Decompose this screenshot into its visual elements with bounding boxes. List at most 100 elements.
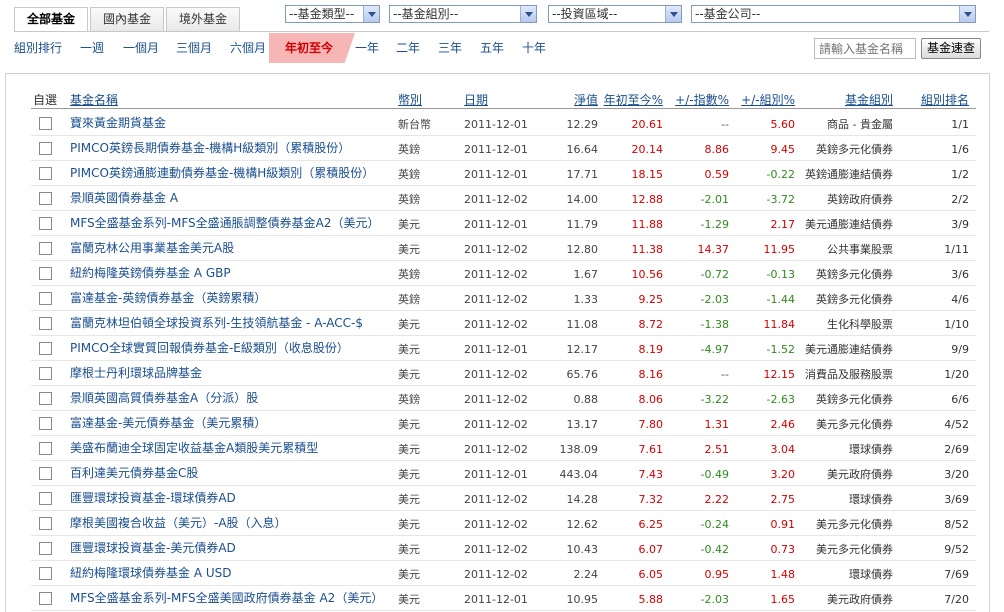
- favorite-checkbox[interactable]: [39, 267, 52, 280]
- header-fund-name[interactable]: 基金名稱: [70, 91, 118, 108]
- period-6-months[interactable]: 六個月: [230, 39, 266, 56]
- period-3-years[interactable]: 三年: [438, 39, 462, 56]
- header-group-rank[interactable]: 組別排名: [921, 91, 969, 108]
- period-1-year[interactable]: 一年: [355, 39, 379, 56]
- favorite-checkbox[interactable]: [39, 417, 52, 430]
- period-1-month[interactable]: 一個月: [123, 39, 159, 56]
- fund-group-cell: 美元政府債券: [827, 468, 893, 481]
- favorite-checkbox[interactable]: [39, 567, 52, 580]
- favorite-checkbox[interactable]: [39, 392, 52, 405]
- currency-cell: 美元: [398, 343, 420, 356]
- header-nav[interactable]: 淨值: [574, 91, 598, 108]
- fund-name-link[interactable]: PIMCO全球實質回報債券基金-E級類別（收息股份）: [70, 342, 349, 355]
- header-select: 自選: [33, 93, 58, 107]
- currency-cell: 美元: [398, 218, 420, 231]
- header-currency[interactable]: 幣別: [398, 91, 422, 108]
- header-vs-group[interactable]: +/-組別%: [741, 91, 795, 108]
- fund-name-link[interactable]: 景順英國高質債券基金A（分派）股: [70, 392, 258, 405]
- favorite-checkbox[interactable]: [39, 242, 52, 255]
- fund-name-link[interactable]: PIMCO英鎊通膨連動債券基金-機構H級類別（累積股份）: [70, 167, 374, 180]
- fund-name-link[interactable]: 摩根美國複合收益（美元）-A股（入息）: [70, 517, 287, 530]
- group-rank-cell: 4/6: [951, 293, 969, 306]
- header-ytd[interactable]: 年初至今%: [604, 91, 663, 108]
- favorite-checkbox[interactable]: [39, 317, 52, 330]
- favorite-checkbox[interactable]: [39, 467, 52, 480]
- date-cell: 2011-12-02: [464, 443, 528, 456]
- table-row: 匯豐環球投資基金-環球債券AD 美元 2011-12-02 14.28 7.32 2.22…: [6, 486, 989, 511]
- currency-cell: 美元: [398, 593, 420, 606]
- vs-index-cell: -3.22: [700, 393, 729, 406]
- fund-name-link[interactable]: PIMCO英鎊長期債券基金-機構H級類別（累積股份）: [70, 142, 350, 155]
- table-row: MFS全盛基金系列-MFS全盛通脹調整債券基金A2（美元） 美元 2011-12-0…: [6, 211, 989, 236]
- fund-type-select[interactable]: --基金類型--: [285, 5, 380, 23]
- fund-name-link[interactable]: 摩根士丹利環球品牌基金: [70, 367, 202, 380]
- period-5-years[interactable]: 五年: [480, 39, 504, 56]
- tab-domestic-funds[interactable]: 國內基金: [90, 7, 165, 32]
- period-group-ranking[interactable]: 組別排行: [14, 39, 62, 56]
- vs-index-cell: 14.37: [697, 243, 730, 256]
- favorite-checkbox[interactable]: [39, 492, 52, 505]
- favorite-checkbox[interactable]: [39, 442, 52, 455]
- tab-offshore-funds[interactable]: 境外基金: [166, 7, 241, 32]
- favorite-checkbox[interactable]: [39, 167, 52, 180]
- fund-name-link[interactable]: 紐約梅隆環球債券基金 A USD: [70, 567, 231, 580]
- fund-name-link[interactable]: 匯豐環球投資基金-環球債券AD: [70, 492, 236, 505]
- favorite-checkbox[interactable]: [39, 117, 52, 130]
- group-rank-cell: 8/52: [944, 518, 969, 531]
- region-select-value: --投資區域--: [552, 7, 618, 21]
- period-ytd[interactable]: 年初至今: [285, 39, 333, 56]
- favorite-checkbox[interactable]: [39, 292, 52, 305]
- period-2-years[interactable]: 二年: [396, 39, 420, 56]
- region-select[interactable]: --投資區域--: [548, 5, 682, 23]
- fund-name-link[interactable]: 匯豐環球投資基金-美元債券AD: [70, 542, 236, 555]
- header-vs-index[interactable]: +/-指數%: [675, 91, 729, 108]
- nav-cell: 16.64: [566, 143, 599, 156]
- fund-name-link[interactable]: MFS全盛基金系列-MFS全盛美國政府債券基金 A2（美元）: [70, 592, 383, 605]
- fund-name-link[interactable]: 寶來黃金期貨基金: [70, 117, 166, 130]
- fund-group-cell: 英鎊通膨連結債券: [805, 168, 893, 181]
- fund-name-link[interactable]: 富蘭克林公用事業基金美元A股: [70, 242, 234, 255]
- fund-search-input[interactable]: [814, 38, 916, 59]
- fund-name-link[interactable]: 富達基金-英鎊債券基金（英鎊累積）: [70, 292, 266, 305]
- fund-name-link[interactable]: 紐約梅隆英鎊債券基金 A GBP: [70, 267, 231, 280]
- fund-table-panel: 自選 基金名稱 幣別 日期 淨值 年初至今% +/-指數% +/-組別% 基金組…: [5, 73, 990, 612]
- favorite-checkbox[interactable]: [39, 142, 52, 155]
- period-1-week[interactable]: 一週: [80, 39, 104, 56]
- favorite-checkbox[interactable]: [39, 592, 52, 605]
- vs-index-cell: 1.31: [704, 418, 730, 431]
- favorite-checkbox[interactable]: [39, 342, 52, 355]
- nav-cell: 14.00: [566, 193, 599, 206]
- fund-name-link[interactable]: 富達基金-美元債券基金（美元累積）: [70, 417, 266, 430]
- period-3-months[interactable]: 三個月: [176, 39, 212, 56]
- fund-name-link[interactable]: 百利達美元債券基金C股: [70, 467, 198, 480]
- vs-index-cell: -1.29: [700, 218, 729, 231]
- vs-index-cell: -0.42: [700, 543, 729, 556]
- fund-group-select[interactable]: --基金組別--: [389, 5, 537, 23]
- tab-all-funds[interactable]: 全部基金: [14, 7, 89, 32]
- favorite-checkbox[interactable]: [39, 192, 52, 205]
- table-row: 百利達美元債券基金C股 美元 2011-12-01 443.04 7.43 -0.49 3.…: [6, 461, 989, 486]
- favorite-checkbox[interactable]: [39, 517, 52, 530]
- header-date[interactable]: 日期: [464, 91, 488, 108]
- fund-group-select-value: --基金組別--: [393, 7, 459, 21]
- fund-search-button[interactable]: 基金速查: [921, 38, 981, 59]
- fund-name-link[interactable]: 景順英國債券基金 A: [70, 192, 178, 205]
- fund-name-link[interactable]: 富蘭克林坦伯頓全球投資系列-生技領航基金 - A-ACC-$: [70, 317, 363, 330]
- favorite-checkbox[interactable]: [39, 367, 52, 380]
- fund-name-link[interactable]: 美盛布蘭迪全球固定收益基金A類股美元累積型: [70, 442, 318, 455]
- period-10-years[interactable]: 十年: [522, 39, 546, 56]
- currency-cell: 美元: [398, 443, 420, 456]
- header-fund-group[interactable]: 基金組別: [845, 91, 893, 108]
- nav-cell: 11.79: [566, 218, 599, 231]
- ytd-cell: 8.06: [638, 393, 664, 406]
- favorite-checkbox[interactable]: [39, 217, 52, 230]
- table-row: 富達基金-美元債券基金（美元累積） 美元 2011-12-02 13.17 7.80 1.…: [6, 411, 989, 436]
- fund-name-link[interactable]: MFS全盛基金系列-MFS全盛通脹調整債券基金A2（美元）: [70, 217, 380, 230]
- vs-index-cell: 2.51: [704, 443, 730, 456]
- group-rank-cell: 3/20: [944, 468, 969, 481]
- vs-group-cell: -0.22: [766, 168, 795, 181]
- ytd-cell: 11.88: [631, 218, 664, 231]
- fund-company-select[interactable]: --基金公司--: [691, 5, 976, 23]
- favorite-checkbox[interactable]: [39, 542, 52, 555]
- vs-group-cell: -1.52: [766, 343, 795, 356]
